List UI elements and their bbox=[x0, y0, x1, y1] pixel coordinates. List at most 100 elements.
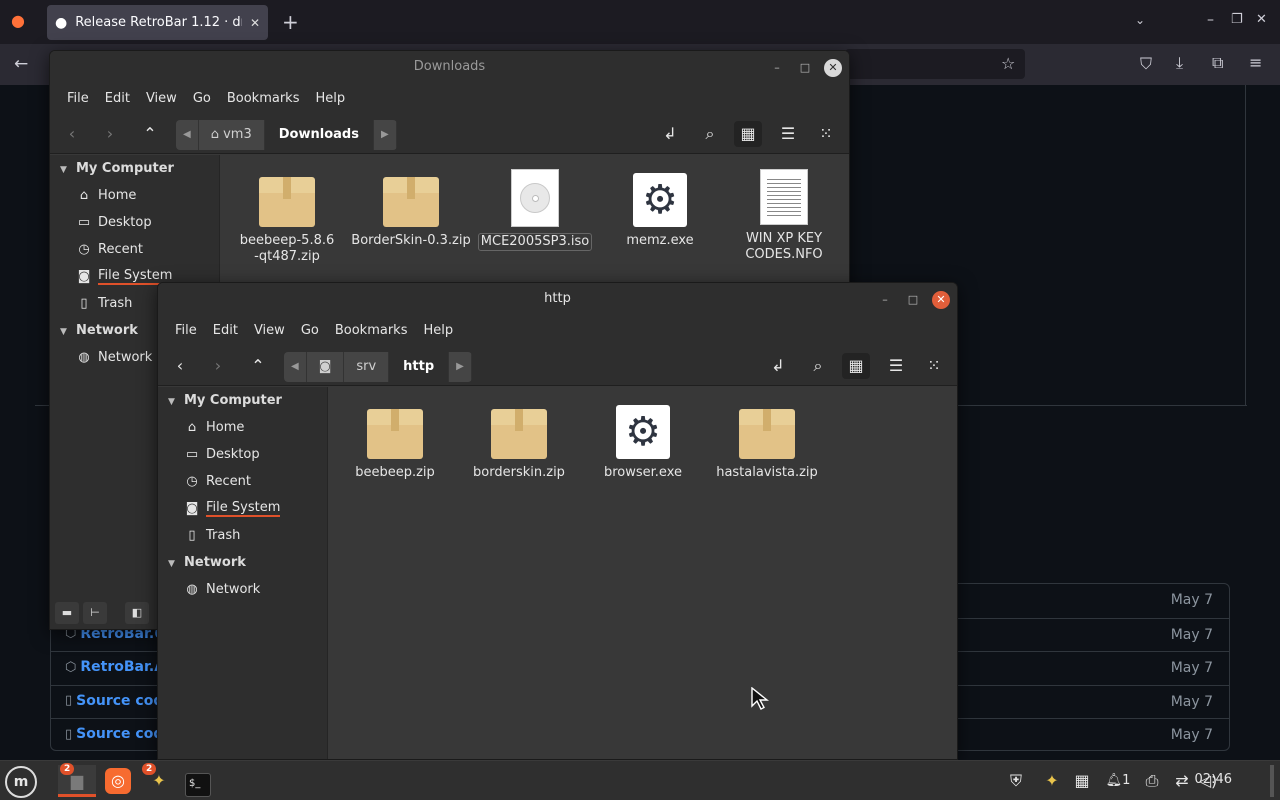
breadcrumb-current[interactable]: http bbox=[389, 352, 450, 382]
sidebar-item-trash[interactable]: ▯ Trash bbox=[158, 522, 327, 549]
zip-icon: ▯ bbox=[65, 726, 73, 742]
sidebar-item-recent[interactable]: ◷ Recent bbox=[50, 236, 219, 263]
menu-edit[interactable]: Edit bbox=[205, 323, 246, 338]
minimize-icon[interactable]: – bbox=[768, 59, 786, 77]
sidebar-item-home[interactable]: ⌂ Home bbox=[158, 414, 327, 441]
show-desktop-button[interactable] bbox=[1270, 765, 1274, 797]
xapp-status-icon[interactable]: ▦ bbox=[1070, 765, 1094, 797]
breadcrumb-right-arrow[interactable]: ▶ bbox=[449, 352, 472, 382]
menu-bookmarks[interactable]: Bookmarks bbox=[219, 91, 308, 106]
menu-edit[interactable]: Edit bbox=[97, 91, 138, 106]
up-icon[interactable]: ⌃ bbox=[136, 121, 164, 147]
file-item[interactable]: WIN XP KEY CODES.NFO bbox=[724, 169, 844, 263]
pocket-icon[interactable]: ⛉ bbox=[1140, 56, 1152, 72]
bee-tray-icon[interactable]: ✦ bbox=[1040, 765, 1064, 797]
file-item[interactable]: beebeep.zip bbox=[335, 409, 455, 481]
sidebar-item-desktop[interactable]: ▭ Desktop bbox=[50, 209, 219, 236]
breadcrumb-left-arrow[interactable]: ◀ bbox=[284, 352, 307, 382]
file-item[interactable]: BorderSkin-0.3.zip bbox=[351, 177, 471, 249]
taskbar-terminal-app[interactable]: $_ bbox=[179, 765, 217, 797]
file-item[interactable]: borderskin.zip bbox=[459, 409, 579, 481]
menu-help[interactable]: Help bbox=[307, 91, 353, 106]
breadcrumb-root[interactable]: ◙ bbox=[306, 352, 345, 382]
breadcrumb-current[interactable]: Downloads bbox=[264, 120, 374, 150]
close-tab-icon[interactable]: ✕ bbox=[250, 16, 260, 30]
app-menu-icon[interactable]: ≡ bbox=[1249, 55, 1262, 71]
breadcrumb-item[interactable]: srv bbox=[344, 352, 390, 382]
taskbar-beebeep-app[interactable]: 2 ✦ bbox=[140, 763, 178, 797]
back-icon[interactable]: ‹ bbox=[58, 121, 86, 147]
list-tabs-icon[interactable]: ⌄ bbox=[1135, 14, 1145, 26]
menu-go[interactable]: Go bbox=[185, 91, 219, 106]
breadcrumb-home[interactable]: ⌂ vm3 bbox=[198, 120, 265, 150]
file-item[interactable]: MCE2005SP3.iso bbox=[475, 169, 595, 251]
forward-icon[interactable]: › bbox=[204, 353, 232, 379]
network-icon[interactable]: ⇄ bbox=[1170, 765, 1194, 797]
sidebar-item-network[interactable]: ◍ Network bbox=[158, 576, 327, 603]
sidebar-header-my-computer[interactable]: ▼ My Computer bbox=[50, 155, 219, 182]
new-tab-button[interactable]: + bbox=[282, 12, 299, 32]
printer-icon[interactable]: ⎙ bbox=[1140, 765, 1164, 797]
compact-view-icon[interactable]: ⁙ bbox=[920, 353, 948, 379]
menu-file[interactable]: File bbox=[59, 91, 97, 106]
maximize-icon[interactable]: □ bbox=[904, 291, 922, 309]
taskbar-firefox-app[interactable]: ◎ bbox=[99, 765, 137, 797]
search-icon[interactable]: ⌕ bbox=[804, 353, 832, 379]
browser-tab[interactable]: ● Release RetroBar 1.12 · dre ✕ bbox=[47, 5, 268, 40]
sidebar-item-home[interactable]: ⌂ Home bbox=[50, 182, 219, 209]
asset-link[interactable]: Source cod bbox=[76, 693, 163, 709]
taskbar-files-app[interactable]: 2 ▆ bbox=[58, 763, 96, 797]
file-item[interactable]: hastalavista.zip bbox=[707, 409, 827, 481]
minimize-icon[interactable]: – bbox=[1207, 13, 1214, 27]
clock[interactable]: 02:46 bbox=[1195, 772, 1232, 787]
sidebar-item-desktop[interactable]: ▭ Desktop bbox=[158, 441, 327, 468]
sidebar-header-network[interactable]: ▼ Network bbox=[158, 549, 327, 576]
file-item[interactable]: ⚙ memz.exe bbox=[600, 173, 720, 249]
asset-link[interactable]: Source cod bbox=[76, 726, 163, 742]
shield-icon[interactable]: ⛨ bbox=[1004, 765, 1028, 797]
close-icon[interactable]: ✕ bbox=[932, 291, 950, 309]
icon-view-icon[interactable]: ▦ bbox=[842, 353, 870, 379]
menu-view[interactable]: View bbox=[246, 323, 293, 338]
list-view-icon[interactable]: ☰ bbox=[882, 353, 910, 379]
toggle-location-icon[interactable]: ↲ bbox=[764, 353, 792, 379]
maximize-icon[interactable]: □ bbox=[796, 59, 814, 77]
downloads-icon[interactable]: ⤓ bbox=[1176, 55, 1183, 71]
notifications-icon[interactable]: 🔔︎1 bbox=[1100, 765, 1136, 797]
url-bar[interactable]: ☆ bbox=[845, 49, 1025, 79]
toggle-location-icon[interactable]: ↲ bbox=[656, 121, 684, 147]
start-menu-icon[interactable]: m bbox=[5, 766, 37, 798]
forward-icon[interactable]: › bbox=[96, 121, 124, 147]
firefox-menu-icon[interactable]: ● bbox=[11, 13, 25, 29]
up-icon[interactable]: ⌃ bbox=[244, 353, 272, 379]
bookmark-star-icon[interactable]: ☆ bbox=[1001, 56, 1015, 72]
breadcrumb-right-arrow[interactable]: ▶ bbox=[373, 120, 397, 150]
back-icon[interactable]: ← bbox=[14, 56, 28, 73]
firefox-icon: ◎ bbox=[105, 768, 131, 794]
hide-sidebar-icon[interactable]: ◧ bbox=[125, 602, 149, 624]
menu-bookmarks[interactable]: Bookmarks bbox=[327, 323, 416, 338]
menu-view[interactable]: View bbox=[138, 91, 185, 106]
icon-view-icon[interactable]: ▦ bbox=[734, 121, 762, 147]
search-icon[interactable]: ⌕ bbox=[696, 121, 724, 147]
close-window-icon[interactable]: ✕ bbox=[1256, 13, 1267, 26]
menu-help[interactable]: Help bbox=[415, 323, 461, 338]
compact-view-icon[interactable]: ⁙ bbox=[812, 121, 840, 147]
menu-go[interactable]: Go bbox=[293, 323, 327, 338]
menu-file[interactable]: File bbox=[167, 323, 205, 338]
minimize-icon[interactable]: – bbox=[876, 291, 894, 309]
sidebar-item-file-system[interactable]: ◙ File System bbox=[158, 495, 327, 522]
extensions-icon[interactable]: ⧉ bbox=[1212, 55, 1223, 71]
sidebar-header-my-computer[interactable]: ▼ My Computer bbox=[158, 387, 327, 414]
file-item[interactable]: ⚙ browser.exe bbox=[583, 405, 703, 481]
close-icon[interactable]: ✕ bbox=[824, 59, 842, 77]
list-view-icon[interactable]: ☰ bbox=[774, 121, 802, 147]
file-item[interactable]: beebeep-5.8.6-qt487.zip bbox=[227, 177, 347, 265]
breadcrumb-left-arrow[interactable]: ◀ bbox=[176, 120, 199, 150]
maximize-icon[interactable]: ❐ bbox=[1231, 13, 1243, 26]
back-icon[interactable]: ‹ bbox=[166, 353, 194, 379]
home-icon: ⌂ bbox=[187, 420, 197, 435]
places-view-icon[interactable]: ▬ bbox=[55, 602, 79, 624]
tree-view-icon[interactable]: ⊢ bbox=[83, 602, 107, 624]
sidebar-item-recent[interactable]: ◷ Recent bbox=[158, 468, 327, 495]
